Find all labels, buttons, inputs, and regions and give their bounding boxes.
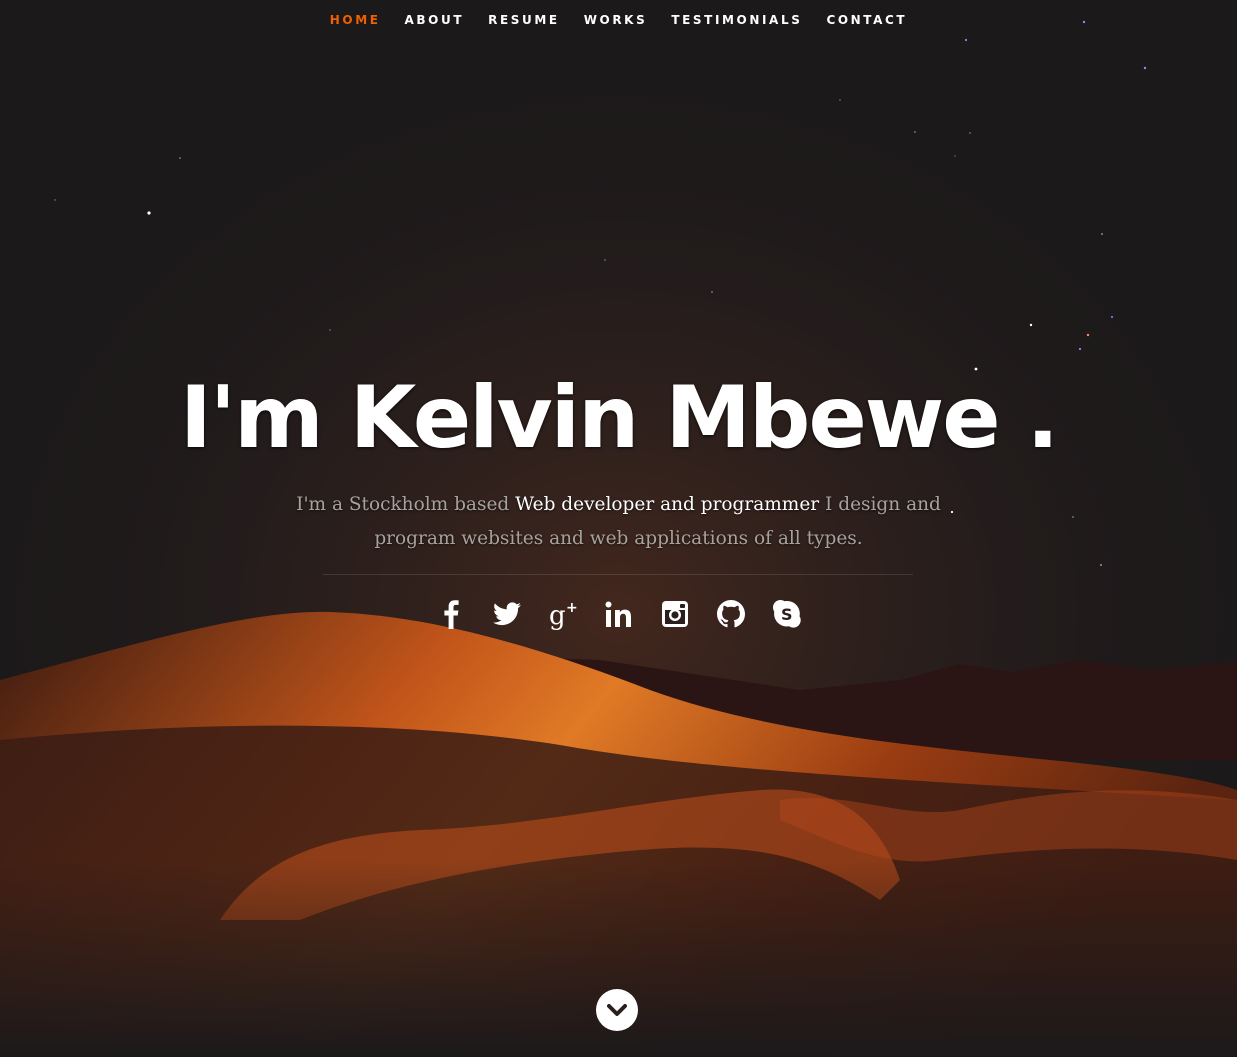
github-icon[interactable] [713, 594, 749, 634]
twitter-icon[interactable] [489, 594, 525, 634]
nav-item-home[interactable]: HOME [318, 0, 393, 40]
chevron-down-icon [607, 1004, 627, 1016]
instagram-icon[interactable] [657, 594, 693, 634]
hero-section: HOME ABOUT RESUME WORKS TESTIMONIALS CON… [0, 0, 1237, 1057]
svg-text:S: S [781, 605, 793, 624]
nav-item-works[interactable]: WORKS [572, 0, 660, 40]
svg-text:g: g [549, 601, 566, 630]
nav-item-about[interactable]: ABOUT [393, 0, 477, 40]
hero-subtitle: I'm a Stockholm based Web developer and … [290, 488, 947, 556]
subtitle-prefix: I'm a Stockholm based [296, 494, 516, 515]
nav-list: HOME ABOUT RESUME WORKS TESTIMONIALS CON… [318, 0, 919, 40]
nav-item-testimonials[interactable]: TESTIMONIALS [659, 0, 814, 40]
hero-headline: I'm Kelvin Mbewe . [179, 368, 1059, 468]
svg-text:+: + [566, 600, 578, 616]
skype-icon[interactable]: S [769, 594, 805, 634]
subtitle-highlight: Web developer and programmer [515, 494, 820, 515]
linkedin-icon[interactable] [601, 594, 637, 634]
divider [323, 574, 913, 575]
google-plus-icon[interactable]: g + [545, 594, 581, 634]
nav-item-resume[interactable]: RESUME [476, 0, 572, 40]
social-links: g + S [0, 594, 1237, 634]
nav-item-contact[interactable]: CONTACT [814, 0, 919, 40]
facebook-icon[interactable] [433, 594, 469, 634]
main-nav: HOME ABOUT RESUME WORKS TESTIMONIALS CON… [0, 0, 1237, 40]
scroll-down-button[interactable] [596, 989, 638, 1031]
